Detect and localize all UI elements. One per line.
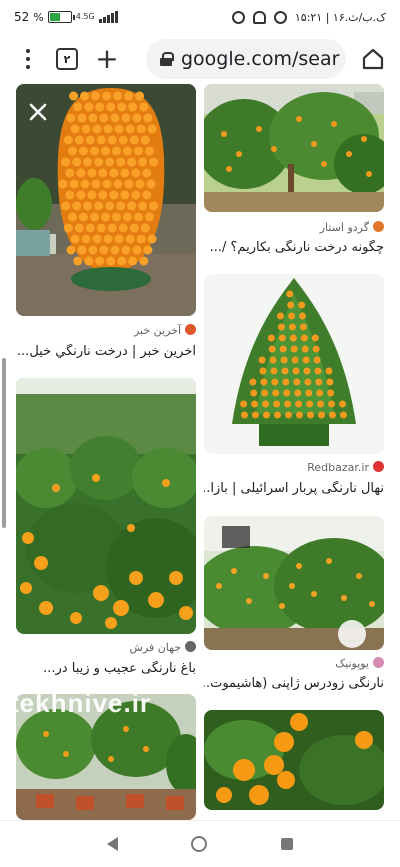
status-time: ۱۵:۲۱ | ۱۶.ک.ب/ث	[294, 10, 386, 24]
result-image-right-3[interactable]	[204, 516, 384, 650]
result-title[interactable]: باغ نارنگی عجیب و زیبا در...	[16, 661, 196, 676]
network-type: 4.5G	[75, 12, 95, 21]
battery-icon	[47, 11, 75, 23]
result-source: یوپونیک	[204, 657, 384, 670]
alarm-icon	[273, 10, 287, 24]
lock-icon[interactable]	[160, 52, 174, 66]
new-tab-button[interactable]: +	[94, 45, 120, 73]
status-bar: 52 % 4.5G ۱۵:۲۱ | ۱۶.ک.ب/ث	[0, 0, 400, 34]
result-source: جهان فرش	[16, 641, 196, 654]
percent-sign: %	[33, 10, 44, 24]
source-favicon-icon	[373, 657, 384, 668]
image-results: گردو استار چگونه درخت نارنگی بکاریم؟ /..…	[0, 84, 400, 820]
tabs-button[interactable]: ۲	[56, 48, 78, 70]
back-icon[interactable]	[106, 837, 118, 851]
result-image-right-2[interactable]	[204, 274, 384, 454]
source-label: جهان فرش	[129, 641, 181, 654]
source-favicon-icon	[373, 221, 384, 232]
status-left: 52 % 4.5G	[14, 10, 118, 24]
menu-icon[interactable]	[12, 39, 44, 79]
watermark-text: tekhnive.ir	[10, 688, 152, 718]
result-title[interactable]: آخرین خبر | درخت نارنگي خيل...	[16, 344, 196, 359]
status-right: ۱۵:۲۱ | ۱۶.ک.ب/ث	[231, 10, 386, 24]
browser-toolbar: ۲ + google.com/sear	[0, 34, 400, 84]
url-text: google.com/sear	[181, 48, 340, 70]
result-source: گردو استار	[204, 221, 384, 234]
system-nav-bar	[0, 820, 400, 867]
source-label: گردو استار	[319, 221, 369, 234]
home-icon[interactable]	[360, 46, 386, 72]
result-title[interactable]: نارنگی زودرس ژاپنی (هاشیموت...	[204, 676, 384, 691]
chrome-icon	[231, 10, 245, 24]
result-image-left-2[interactable]	[16, 378, 196, 634]
home-circle-icon[interactable]	[191, 836, 208, 852]
battery-fill	[49, 13, 60, 21]
source-favicon-icon	[373, 461, 384, 472]
signal-icon	[98, 11, 118, 23]
source-label: آخرین خبر	[133, 324, 181, 337]
url-bar[interactable]: google.com/sear	[146, 39, 346, 79]
result-image-right-4[interactable]	[204, 710, 384, 810]
source-favicon-icon	[185, 641, 196, 652]
result-source: آخرین خبر	[16, 324, 196, 337]
battery-percent: 52	[14, 10, 30, 24]
scrollbar-handle[interactable]	[2, 358, 6, 528]
source-label: Redbazar.ir	[307, 461, 369, 474]
result-source: Redbazar.ir	[204, 461, 384, 474]
source-favicon-icon	[185, 324, 196, 335]
close-icon[interactable]	[24, 98, 52, 126]
headphones-icon	[252, 10, 266, 24]
result-image-right-1[interactable]	[204, 84, 384, 212]
tab-count: ۲	[63, 52, 71, 66]
source-label: یوپونیک	[335, 657, 369, 670]
result-title[interactable]: نهال نارنگی پربار اسرائیلی | بازا...	[204, 481, 384, 496]
result-title[interactable]: چگونه درخت نارنگی بکاریم؟ /...	[204, 240, 384, 255]
recents-icon[interactable]	[281, 838, 294, 850]
